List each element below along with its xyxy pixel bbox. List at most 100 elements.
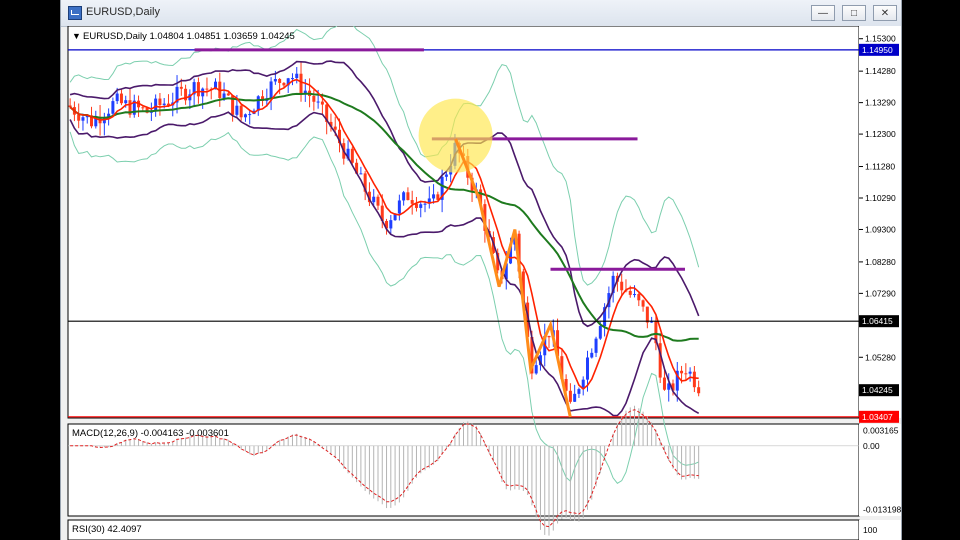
candle-body <box>312 96 316 102</box>
candle-body <box>697 387 701 394</box>
candle-body <box>645 306 649 323</box>
candle-body <box>290 78 294 80</box>
candle-body <box>282 82 286 86</box>
price-tag-label: 1.03407 <box>862 412 893 422</box>
candle-body <box>235 105 239 115</box>
price-tag-label: 1.04245 <box>862 385 893 395</box>
price-tick-label: 1.05280 <box>865 352 896 362</box>
candle-body <box>406 192 410 201</box>
macd-tick-label: -0.013198 <box>863 505 901 515</box>
price-tick-label: 1.10290 <box>865 193 896 203</box>
candle-body <box>444 174 448 177</box>
header-dropdown-icon[interactable]: ▼ <box>72 31 81 41</box>
price-tick-label: 1.11280 <box>865 162 895 172</box>
candle-body <box>243 114 247 118</box>
candle-body <box>350 148 354 163</box>
maximize-button[interactable]: □ <box>842 5 866 21</box>
candle-body <box>680 370 684 374</box>
candle-body <box>432 194 436 199</box>
macd-axis[interactable] <box>859 424 901 516</box>
candle-body <box>222 93 226 98</box>
candle-body <box>295 73 299 79</box>
rsi-label: RSI(30) 42.4097 <box>72 524 142 535</box>
candle-body <box>577 389 581 394</box>
candle-body <box>273 79 277 82</box>
price-tick-label: 1.15300 <box>865 34 896 44</box>
window-title: EURUSD,Daily <box>86 6 160 18</box>
price-tick-label: 1.13290 <box>865 98 896 108</box>
candle-body <box>620 281 624 291</box>
candle-body <box>196 82 200 97</box>
price-tick-label: 1.08280 <box>865 257 896 267</box>
candle-body <box>410 200 414 204</box>
candle-body <box>594 338 598 353</box>
candle-body <box>423 203 427 205</box>
candle-body <box>320 101 324 105</box>
candle-body <box>641 300 645 307</box>
price-tick-label: 1.12300 <box>865 129 896 139</box>
candle-body <box>111 101 115 114</box>
candle-body <box>402 192 406 201</box>
candle-body <box>662 377 666 390</box>
candle-body <box>568 390 572 402</box>
main-chart-pane[interactable] <box>67 26 860 419</box>
candle-body <box>179 86 183 89</box>
macd-tick-label: 0.003165 <box>863 425 899 435</box>
candle-body <box>590 352 594 358</box>
candle-body <box>389 220 393 229</box>
candle-body <box>376 196 380 206</box>
price-chart-area[interactable]: 0.003165 0.00 -0.013198 100 1.15300 1.14280 1… <box>61 26 901 540</box>
minimize-button[interactable]: — <box>811 5 835 21</box>
candle-body <box>333 126 337 130</box>
macd-tick-label: 0.00 <box>863 441 880 451</box>
candle-body <box>585 357 589 380</box>
candle-body <box>154 98 158 112</box>
candle-body <box>119 93 123 104</box>
chart-window-icon <box>68 6 82 20</box>
candle-body <box>397 200 401 214</box>
candle-body <box>141 107 145 109</box>
candle-body <box>162 103 166 106</box>
candle-body <box>372 196 376 203</box>
price-tag-label: 1.06415 <box>862 316 893 326</box>
candle-body <box>124 100 128 104</box>
candle-body <box>414 203 418 208</box>
title-bar[interactable]: EURUSD,Daily — □ ✕ <box>61 0 901 27</box>
candle-body <box>637 294 641 301</box>
candle-body <box>226 93 230 96</box>
candle-body <box>688 371 692 374</box>
candle-body <box>158 98 162 106</box>
candle-body <box>115 93 119 102</box>
candle-body <box>256 96 260 111</box>
close-button[interactable]: ✕ <box>873 5 897 21</box>
candle-body <box>419 204 423 208</box>
highlight-circle <box>418 98 493 173</box>
candle-body <box>598 326 602 339</box>
candle-body <box>299 73 303 94</box>
candle-body <box>534 365 538 374</box>
candle-body <box>359 173 363 175</box>
candle-body <box>633 294 637 296</box>
candle-body <box>269 81 273 99</box>
candle-body <box>248 114 252 116</box>
candle-body <box>684 373 688 375</box>
price-tick-label: 1.14280 <box>865 66 896 76</box>
rsi-pane[interactable] <box>67 519 860 540</box>
candle-body <box>77 114 81 121</box>
price-tick-label: 1.07290 <box>865 288 896 298</box>
candle-body <box>692 371 696 388</box>
rsi-tick-label: 100 <box>863 525 877 535</box>
candle-body <box>628 290 632 295</box>
macd-label: MACD(12,26,9) -0.004163 -0.003601 <box>72 428 229 439</box>
candle-body <box>278 79 282 83</box>
candle-body <box>205 88 209 90</box>
candle-body <box>81 117 85 121</box>
candle-body <box>316 101 320 103</box>
chart-header: EURUSD,Daily 1.04804 1.04851 1.03659 1.0… <box>83 31 295 42</box>
candle-body <box>547 335 551 338</box>
candle-body <box>239 105 243 118</box>
price-tag-label: 1.14950 <box>862 45 893 55</box>
candle-body <box>573 393 577 402</box>
price-tick-label: 1.09300 <box>865 224 896 234</box>
chart-window[interactable]: EURUSD,Daily — □ ✕ 0.003165 0.00 -0.013198… <box>60 0 902 540</box>
